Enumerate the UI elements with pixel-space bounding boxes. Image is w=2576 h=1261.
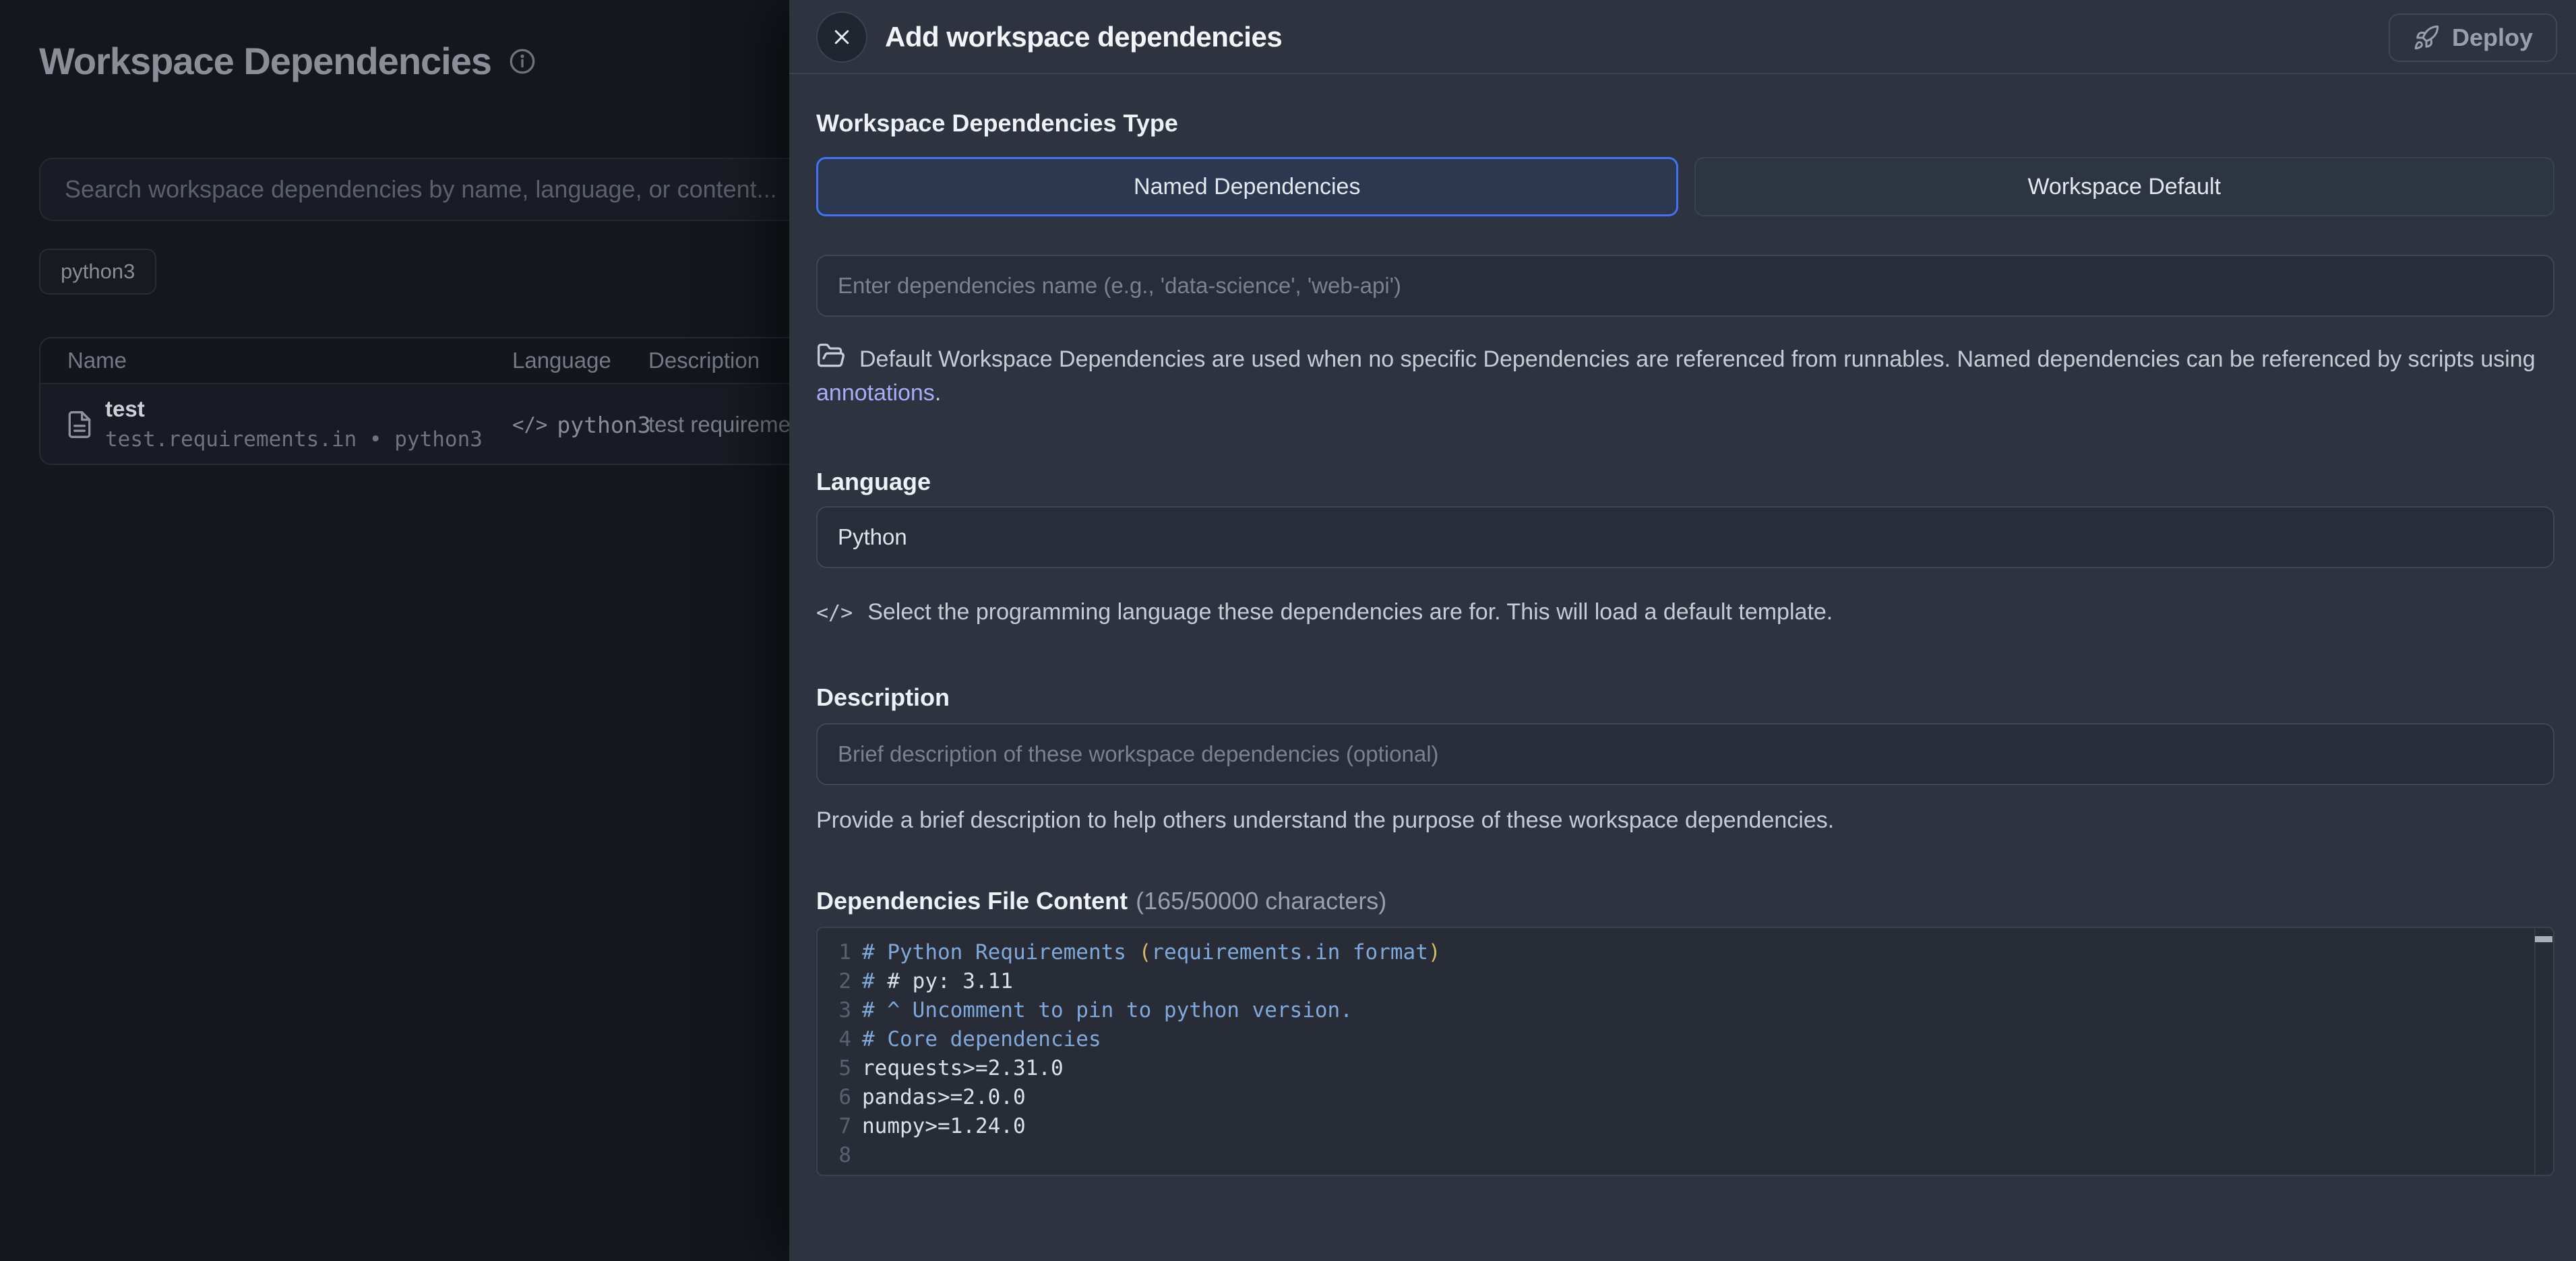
type-help-text: Default Workspace Dependencies are used … bbox=[816, 341, 2542, 410]
language-help-body: Select the programming language these de… bbox=[867, 599, 1833, 625]
dependencies-file-editor[interactable]: 1 # Python Requirements (requirements.in… bbox=[816, 927, 2554, 1176]
filter-chip-label: python3 bbox=[61, 259, 135, 284]
modal-header: Add workspace dependencies Deploy bbox=[789, 0, 2576, 74]
search-input[interactable] bbox=[39, 158, 789, 221]
dependency-language: python3 bbox=[557, 412, 650, 438]
column-header-language[interactable]: Language bbox=[512, 338, 611, 383]
close-icon bbox=[832, 27, 852, 47]
dependency-language-cell: </> python3 bbox=[512, 384, 650, 465]
add-workspace-dependencies-modal: Add workspace dependencies Deploy Worksp… bbox=[789, 0, 2576, 1261]
dependency-name: test bbox=[105, 396, 145, 422]
type-help-body: Default Workspace Dependencies are used … bbox=[859, 346, 2536, 372]
editor-scrollbar-thumb[interactable] bbox=[2535, 936, 2552, 942]
workspace-dependencies-panel: Workspace Dependencies python3 Name Lang… bbox=[0, 0, 789, 1261]
line-number: 3 bbox=[818, 998, 851, 1022]
language-select[interactable] bbox=[816, 506, 2554, 568]
code-line: 6 pandas>=2.0.0 bbox=[818, 1082, 2553, 1111]
editor-scrollbar-track[interactable] bbox=[2534, 928, 2553, 1175]
code-line: 2 # # py: 3.11 bbox=[818, 966, 2553, 995]
table-header-row: Name Language Description bbox=[40, 338, 789, 383]
language-section-label: Language bbox=[816, 468, 931, 496]
dependencies-table: Name Language Description test test.requ… bbox=[39, 337, 789, 465]
annotations-link[interactable]: annotations bbox=[816, 380, 935, 406]
type-option-workspace-default[interactable]: Workspace Default bbox=[1694, 157, 2555, 216]
line-number: 5 bbox=[818, 1056, 851, 1080]
info-icon[interactable] bbox=[509, 48, 536, 75]
type-help-suffix: . bbox=[935, 380, 941, 406]
code-line: 7 numpy>=1.24.0 bbox=[818, 1111, 2553, 1140]
column-header-description[interactable]: Description bbox=[648, 338, 760, 383]
column-header-name[interactable]: Name bbox=[67, 338, 127, 383]
line-number: 1 bbox=[818, 940, 851, 964]
line-number: 2 bbox=[818, 969, 851, 993]
character-counter: (165/50000 characters) bbox=[1136, 887, 1386, 915]
folder-open-icon bbox=[816, 341, 846, 367]
deploy-button[interactable]: Deploy bbox=[2389, 13, 2557, 62]
dependencies-name-input[interactable] bbox=[816, 255, 2554, 317]
deploy-button-label: Deploy bbox=[2452, 24, 2533, 52]
code-line: 3 # ^ Uncomment to pin to python version… bbox=[818, 995, 2553, 1024]
modal-body: Workspace Dependencies Type Named Depend… bbox=[816, 74, 2554, 1261]
code-line: 8 bbox=[818, 1140, 2553, 1169]
line-number: 4 bbox=[818, 1027, 851, 1051]
line-number: 7 bbox=[818, 1114, 851, 1138]
content-section-label-row: Dependencies File Content (165/50000 char… bbox=[816, 887, 1386, 915]
page-title-row: Workspace Dependencies bbox=[39, 39, 536, 83]
code-line: 4 # Core dependencies bbox=[818, 1024, 2553, 1053]
type-option-named-dependencies[interactable]: Named Dependencies bbox=[816, 157, 1678, 216]
description-input[interactable] bbox=[816, 723, 2554, 785]
line-number: 6 bbox=[818, 1085, 851, 1109]
modal-title: Add workspace dependencies bbox=[885, 0, 1282, 74]
code-icon: </> bbox=[816, 601, 853, 625]
content-section-label: Dependencies File Content bbox=[816, 887, 1128, 915]
dependency-meta: test.requirements.in • python3 bbox=[105, 427, 483, 452]
filter-chip-python3[interactable]: python3 bbox=[39, 249, 156, 295]
language-help-text: </> Select the programming language these… bbox=[816, 595, 2542, 630]
code-line: 5 requests>=2.31.0 bbox=[818, 1053, 2553, 1082]
dependency-description: test requiremen bbox=[648, 384, 789, 465]
rocket-icon bbox=[2413, 24, 2440, 51]
line-number: 8 bbox=[818, 1143, 851, 1167]
page-title: Workspace Dependencies bbox=[39, 39, 491, 83]
table-row[interactable]: test test.requirements.in • python3 </> … bbox=[40, 383, 789, 464]
description-help-text: Provide a brief description to help othe… bbox=[816, 803, 2542, 837]
close-button[interactable] bbox=[816, 11, 867, 63]
type-toggle-group: Named Dependencies Workspace Default bbox=[816, 157, 2554, 216]
description-section-label: Description bbox=[816, 683, 950, 712]
code-icon: </> bbox=[512, 413, 547, 436]
type-section-label: Workspace Dependencies Type bbox=[816, 109, 1178, 137]
file-icon bbox=[65, 410, 94, 442]
code-line: 1 # Python Requirements (requirements.in… bbox=[818, 937, 2553, 966]
